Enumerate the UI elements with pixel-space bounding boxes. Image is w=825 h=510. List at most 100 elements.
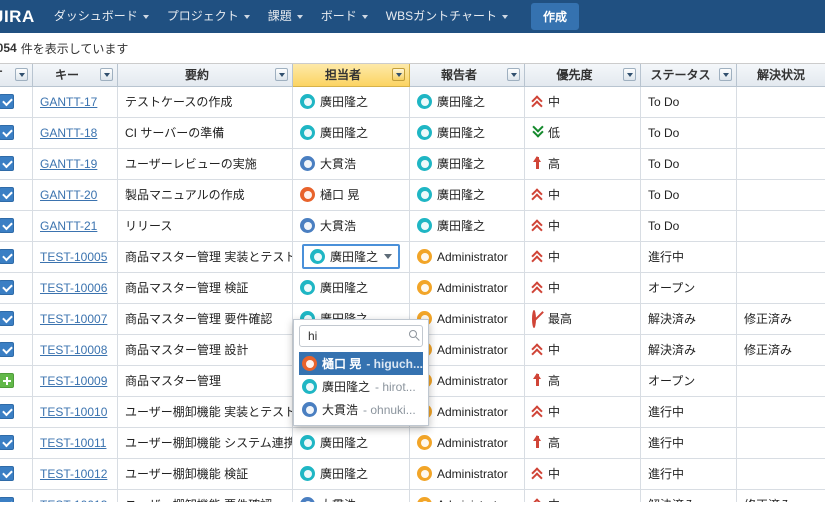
issue-key-cell: GANTT-17 — [32, 85, 118, 118]
status-label: To Do — [648, 187, 680, 202]
nav-item-2[interactable]: 課題 — [259, 0, 312, 33]
column-header-priority[interactable]: 優先度 — [524, 64, 641, 87]
issue-key-link[interactable]: TEST-10007 — [40, 312, 107, 326]
issue-key-link[interactable]: TEST-10012 — [40, 467, 107, 481]
nav-item-4[interactable]: WBSガントチャート — [377, 0, 517, 33]
reporter-name: Administrator — [437, 404, 508, 419]
issue-key-link[interactable]: TEST-10008 — [40, 343, 107, 357]
issue-key-link[interactable]: GANTT-18 — [40, 126, 97, 140]
column-header-status[interactable]: ステータス — [640, 64, 737, 87]
table-row[interactable]: GANTT-18 CI サーバーの準備 廣田隆之 廣田隆之 低 To Do — [0, 116, 825, 149]
issue-key-cell: TEST-10010 — [32, 395, 118, 428]
assignee-cell[interactable]: 廣田隆之 — [292, 271, 410, 304]
nav-item-0[interactable]: ダッシュボード — [45, 0, 158, 33]
table-row[interactable]: GANTT-21 リリース 大貫浩 廣田隆之 中 To Do — [0, 209, 825, 242]
assignee-select[interactable]: 廣田隆之 — [302, 244, 400, 269]
assignee-cell[interactable]: 廣田隆之 — [292, 85, 410, 118]
assignee-cell[interactable]: 廣田隆之 — [292, 116, 410, 149]
chevron-down-icon — [142, 14, 149, 19]
column-menu-icon[interactable] — [15, 68, 28, 82]
column-menu-icon[interactable] — [623, 68, 636, 82]
table-row[interactable]: TEST-10011 ユーザー棚卸機能 システム連携 廣田隆之 Administrat… — [0, 426, 825, 459]
jira-logo[interactable]: JIRA — [0, 7, 45, 27]
issue-type-task-icon — [0, 94, 14, 110]
column-menu-icon[interactable] — [392, 68, 405, 82]
table-row[interactable]: GANTT-19 ユーザーレビューの実施 大貫浩 廣田隆之 高 To Do — [0, 147, 825, 180]
issue-summary-cell: 商品マスター管理 実装とテスト — [117, 240, 293, 273]
issue-key-cell: GANTT-21 — [32, 209, 118, 242]
assignee-search-input[interactable] — [306, 328, 402, 344]
issue-key-link[interactable]: TEST-10009 — [40, 374, 107, 388]
avatar — [417, 125, 432, 140]
issue-key-link[interactable]: TEST-10006 — [40, 281, 107, 295]
table-row[interactable]: GANTT-20 製品マニュアルの作成 樋口 晃 廣田隆之 中 To Do — [0, 178, 825, 211]
assignee-name: 廣田隆之 — [320, 467, 369, 481]
assignee-name: 廣田隆之 — [320, 436, 369, 450]
assignee-cell[interactable]: 廣田隆之 — [292, 457, 410, 490]
create-button[interactable]: 作成 — [531, 3, 580, 30]
assignee-cell[interactable]: 廣田隆之 — [292, 426, 410, 459]
status-cell: 進行中 — [640, 240, 737, 273]
table-row[interactable]: TEST-10006 商品マスター管理 検証 廣田隆之 Administrator 中 オ… — [0, 271, 825, 304]
issue-key-cell: GANTT-20 — [32, 178, 118, 211]
table-row[interactable]: GANTT-17 テストケースの作成 廣田隆之 廣田隆之 中 To Do — [0, 85, 825, 118]
priority-cell: 低 — [524, 116, 641, 149]
priority-medium-icon — [532, 95, 543, 108]
column-menu-icon[interactable] — [719, 68, 732, 82]
priority-cell: 中 — [524, 178, 641, 211]
chevron-down-icon[interactable] — [384, 254, 392, 259]
issue-key-link[interactable]: GANTT-17 — [40, 95, 97, 109]
assignee-cell[interactable]: 大貫浩 — [292, 147, 410, 180]
assignee-cell[interactable]: 大貫浩 — [292, 488, 410, 502]
assignee-dropdown-panel[interactable]: 樋口 晃 - higuch... 廣田隆之 - hirot... 大貫浩 - ohnuki… — [293, 319, 429, 426]
reporter-name: 廣田隆之 — [437, 126, 486, 140]
priority-medium-icon — [532, 498, 543, 502]
issue-key-link[interactable]: GANTT-21 — [40, 219, 97, 233]
column-menu-icon[interactable] — [100, 68, 113, 82]
assignee-cell[interactable]: 廣田隆之 — [292, 240, 410, 273]
nav-item-1[interactable]: プロジェクト — [158, 0, 259, 33]
issue-key-cell: GANTT-19 — [32, 147, 118, 180]
assignee-option[interactable]: 大貫浩 - ohnuki... — [299, 398, 423, 421]
table-row[interactable]: TEST-10013 ユーザー棚卸機能 要件確認 大貫浩 Administrator 中… — [0, 488, 825, 503]
assignee-cell[interactable]: 大貫浩 — [292, 209, 410, 242]
status-cell: 進行中 — [640, 395, 737, 428]
column-header-summary[interactable]: 要約 — [117, 64, 293, 87]
reporter-cell: 廣田隆之 — [409, 85, 525, 118]
table-row[interactable]: TEST-10012 ユーザー棚卸機能 検証 廣田隆之 Administrator 中 進… — [0, 457, 825, 490]
assignee-cell[interactable]: 樋口 晃 — [292, 178, 410, 211]
issue-key-link[interactable]: TEST-10005 — [40, 250, 107, 264]
issue-key-link[interactable]: TEST-10010 — [40, 405, 107, 419]
status-label: To Do — [648, 218, 680, 233]
assignee-name: 大貫浩 — [320, 496, 356, 502]
nav-item-3[interactable]: ボード — [312, 0, 377, 33]
priority-label: 高 — [548, 157, 561, 171]
issue-key-link[interactable]: TEST-10013 — [40, 498, 107, 503]
issue-type-task-icon — [0, 218, 14, 234]
assignee-option[interactable]: 廣田隆之 - hirot... — [299, 375, 423, 398]
issue-key-link[interactable]: TEST-10011 — [40, 436, 106, 450]
issue-key-link[interactable]: GANTT-19 — [40, 157, 97, 171]
column-header-reporter[interactable]: 報告者 — [409, 64, 525, 87]
avatar — [300, 156, 315, 171]
reporter-name: 廣田隆之 — [437, 188, 486, 202]
status-label: オープン — [648, 374, 696, 388]
issue-key-link[interactable]: GANTT-20 — [40, 188, 97, 202]
priority-label: 高 — [548, 374, 561, 388]
issue-type-cell — [0, 271, 33, 304]
issue-type-cell — [0, 364, 33, 397]
column-menu-icon[interactable] — [275, 68, 288, 82]
avatar — [302, 356, 317, 371]
assignee-search-box[interactable] — [299, 325, 423, 347]
column-menu-icon[interactable] — [507, 68, 520, 82]
column-header-assignee[interactable]: 担当者 — [292, 64, 410, 87]
column-header-resolution[interactable]: 解決状況 — [736, 64, 825, 87]
issue-summary-text: テストケースの作成 — [125, 95, 233, 109]
table-row[interactable]: TEST-10005 商品マスター管理 実装とテスト 廣田隆之 Administrat… — [0, 240, 825, 273]
column-header-type[interactable]: T — [0, 64, 33, 87]
assignee-option[interactable]: 樋口 晃 - higuch... — [299, 352, 423, 375]
column-header-key[interactable]: キー — [32, 64, 118, 87]
issue-type-cell — [0, 209, 33, 242]
issue-summary-text: ユーザーレビューの実施 — [125, 157, 257, 171]
resolution-cell — [736, 457, 825, 490]
